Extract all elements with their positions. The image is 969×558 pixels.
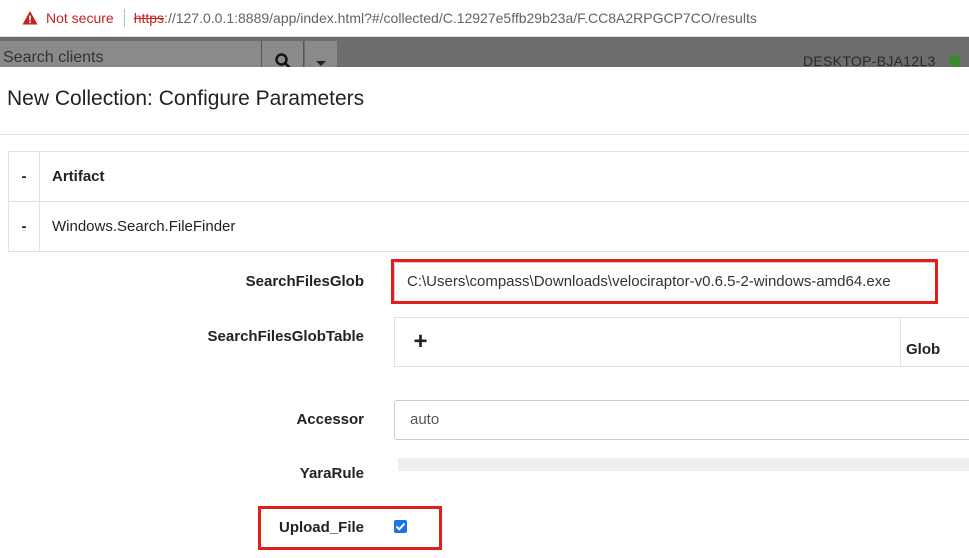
dialog-header-divider	[0, 134, 969, 135]
warning-icon	[22, 10, 38, 26]
artifact-table-header: - Artifact	[9, 152, 969, 202]
search-files-glob-table-label: SearchFilesGlobTable	[207, 328, 364, 345]
configure-parameters-dialog: New Collection: Configure Parameters - A…	[0, 67, 969, 558]
add-row-button[interactable]: +	[395, 318, 446, 366]
artifact-name: Windows.Search.FileFinder	[52, 218, 236, 235]
search-clients-input[interactable]: Search clients	[0, 41, 262, 67]
artifact-collapse-toggle[interactable]: -	[9, 202, 40, 251]
upload-highlight-box	[258, 506, 442, 550]
glob-highlight-box	[391, 259, 938, 304]
search-button[interactable]	[262, 41, 304, 67]
caret-down-icon	[316, 61, 326, 66]
search-dropdown-button[interactable]	[305, 41, 337, 67]
dialog-title: New Collection: Configure Parameters	[7, 87, 365, 110]
search-files-glob-label: SearchFilesGlob	[245, 273, 364, 290]
yara-rule-label: YaraRule	[299, 465, 364, 482]
accessor-input[interactable]: auto	[394, 400, 969, 440]
url-text[interactable]: https://127.0.0.1:8889/app/index.html?#/…	[134, 10, 757, 26]
search-files-glob-table: + Glob	[394, 317, 969, 367]
url-path: ://127.0.0.1:8889/app/index.html?#/colle…	[164, 10, 757, 26]
app-toolbar: Search clients DESKTOP-BJA12L3	[0, 37, 969, 67]
artifact-table: - Artifact - Windows.Search.FileFinder	[8, 151, 969, 252]
browser-address-bar[interactable]: Not secure https://127.0.0.1:8889/app/in…	[0, 0, 969, 37]
yara-rule-editor[interactable]	[398, 458, 969, 471]
artifact-row: - Windows.Search.FileFinder	[9, 202, 969, 252]
address-divider	[123, 9, 125, 27]
url-scheme: https	[133, 10, 165, 26]
accessor-label: Accessor	[296, 411, 364, 428]
artifact-column-header: Artifact	[52, 168, 105, 185]
client-hostname[interactable]: DESKTOP-BJA12L3	[803, 37, 936, 67]
client-online-status	[949, 55, 961, 67]
collapse-all-toggle[interactable]: -	[9, 152, 40, 201]
search-icon	[275, 53, 291, 67]
security-label[interactable]: Not secure	[46, 10, 114, 26]
glob-column-header: Glob	[900, 318, 969, 366]
